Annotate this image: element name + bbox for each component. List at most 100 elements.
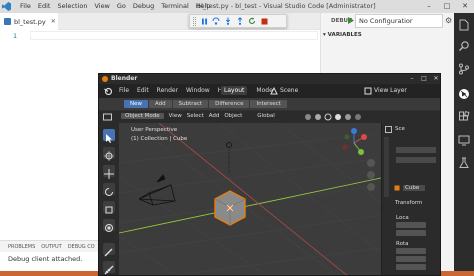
pause-button[interactable] — [200, 17, 208, 25]
tab-problems[interactable]: PROBLEMS — [8, 244, 35, 250]
current-line-highlight — [30, 31, 318, 40]
transform-section-header[interactable]: Transform — [395, 200, 422, 206]
vscode-menu-bar: File Edit Selection View Go Debug Termin… — [20, 2, 211, 10]
menu-debug[interactable]: Debug — [133, 2, 154, 10]
debug-configuration-select[interactable]: No Configuratior — [355, 14, 443, 28]
header-object-menu[interactable]: Object — [224, 113, 242, 119]
pencil-icon — [104, 248, 113, 257]
rotation-label: Rota — [396, 241, 409, 247]
maximize-button[interactable]: □ — [438, 0, 456, 13]
step-out-button[interactable] — [236, 17, 244, 25]
move-tool-button[interactable] — [103, 165, 115, 179]
close-button[interactable]: ✕ — [456, 0, 474, 13]
window-controls: – □ ✕ — [420, 0, 474, 13]
rotation-y-field[interactable] — [396, 256, 426, 262]
location-x-field[interactable] — [396, 222, 426, 228]
location-label: Loca — [396, 215, 409, 221]
measure-tool-button[interactable] — [103, 261, 115, 275]
transform-tool-button[interactable] — [103, 219, 115, 232]
rotate-tool-button[interactable] — [103, 183, 115, 196]
bl-menu-edit[interactable]: Edit — [137, 87, 149, 94]
properties-panel: Sce Cube Transform Loca Rota — [381, 123, 440, 275]
source-control-icon[interactable] — [458, 63, 470, 75]
tab-debug-console[interactable]: DEBUG CO — [68, 244, 95, 250]
workspace-tab-layout[interactable]: Layout — [221, 86, 248, 95]
annotate-tool-button[interactable] — [103, 243, 115, 257]
pause-icon — [201, 18, 207, 24]
search-icon[interactable] — [458, 40, 470, 52]
drag-handle-icon[interactable] — [193, 16, 196, 26]
testing-icon[interactable] — [458, 157, 470, 169]
step-out-icon — [237, 17, 243, 25]
blender-minimize-button[interactable]: – — [406, 74, 418, 84]
select-tool-button[interactable] — [103, 129, 115, 143]
rotation-x-field[interactable] — [396, 248, 426, 254]
stop-icon — [261, 18, 267, 24]
blender-maximize-button[interactable]: □ — [418, 74, 430, 84]
view-layer-icon — [364, 87, 372, 95]
rotation-z-field[interactable] — [396, 264, 426, 270]
scene-selector[interactable]: Scene — [280, 87, 298, 94]
view-layer-selector[interactable]: View Layer — [374, 87, 407, 94]
step-into-button[interactable] — [224, 17, 232, 25]
extensions-icon[interactable] — [458, 111, 470, 123]
blender-close-button[interactable]: ✕ — [430, 74, 440, 84]
tab-output[interactable]: OUTPUT — [41, 244, 61, 250]
navigation-gizmo — [342, 128, 367, 155]
blender-menu: File Edit Render Window Help — [119, 87, 231, 94]
outliner-scene-label: Sce — [395, 126, 405, 132]
explorer-icon[interactable] — [458, 19, 470, 31]
menu-selection[interactable]: Selection — [57, 2, 87, 10]
blender-menu-logo-icon[interactable] — [104, 87, 112, 95]
editor-tab-bl-test[interactable]: bl_test.py ✕ — [0, 13, 58, 30]
object-name-field[interactable]: Cube — [403, 185, 426, 191]
step-over-button[interactable] — [212, 17, 220, 25]
menu-file[interactable]: File — [20, 2, 31, 10]
menu-edit[interactable]: Edit — [38, 2, 51, 10]
object-mode-dropdown[interactable]: Object Mode — [121, 113, 164, 119]
outliner-row[interactable] — [396, 157, 436, 163]
cursor-tool-button[interactable] — [103, 147, 115, 161]
transform-orientation-dropdown[interactable]: Global — [257, 113, 275, 119]
editor-type-icon[interactable] — [103, 113, 112, 121]
header-select-menu[interactable]: Select — [187, 113, 204, 119]
scale-tool-button[interactable] — [103, 201, 115, 214]
gear-icon[interactable]: ⚙ — [445, 16, 452, 25]
header-view-menu[interactable]: View — [169, 113, 182, 119]
header-add-menu[interactable]: Add — [209, 113, 220, 119]
tab-close-icon[interactable]: ✕ — [51, 18, 56, 25]
boolean-subtract-button[interactable]: Subtract — [172, 100, 209, 108]
minimize-button[interactable]: – — [420, 0, 438, 13]
restart-button[interactable] — [248, 17, 256, 25]
start-debugging-icon[interactable] — [348, 17, 354, 24]
boolean-ops: New Add Subtract Difference Intersect — [124, 100, 287, 108]
boolean-difference-button[interactable]: Difference — [209, 100, 250, 108]
bl-menu-window[interactable]: Window — [186, 87, 210, 94]
variables-header[interactable]: ▾ VARIABLES — [323, 32, 362, 38]
workspace-tabs: Layout Mode — [221, 86, 276, 95]
measure-icon — [104, 265, 114, 275]
boolean-new-button[interactable]: New — [124, 100, 148, 108]
menu-view[interactable]: View — [94, 2, 109, 10]
boolean-add-button[interactable]: Add — [149, 100, 172, 108]
bl-menu-render[interactable]: Render — [157, 87, 178, 94]
boolean-intersect-button[interactable]: Intersect — [250, 100, 287, 108]
cursor-select-icon — [106, 134, 112, 143]
y-axis-line — [158, 123, 348, 275]
blender-menu-bar: File Edit Render Window Help Layout Mode… — [99, 84, 440, 98]
outliner-row[interactable] — [396, 147, 436, 153]
viewport-header-items: Object Mode View Select Add Object Globa… — [121, 113, 275, 119]
remote-explorer-icon[interactable] — [458, 134, 470, 146]
bl-menu-file[interactable]: File — [119, 87, 129, 94]
editor-tab-label: bl_test.py — [14, 17, 46, 26]
viewport-shading-icons[interactable] — [304, 113, 366, 121]
vscode-titlebar: File Edit Selection View Go Debug Termin… — [0, 0, 474, 13]
debug-icon[interactable] — [458, 88, 470, 100]
viewport-header: Object Mode View Select Add Object Globa… — [99, 111, 440, 123]
menu-terminal[interactable]: Terminal — [161, 2, 188, 10]
x-axis-line — [119, 177, 381, 234]
menu-go[interactable]: Go — [117, 2, 126, 10]
3d-viewport[interactable]: User Perspective (1) Collection | Cube — [119, 123, 381, 275]
stop-button[interactable] — [260, 17, 268, 25]
location-y-field[interactable] — [396, 230, 426, 236]
